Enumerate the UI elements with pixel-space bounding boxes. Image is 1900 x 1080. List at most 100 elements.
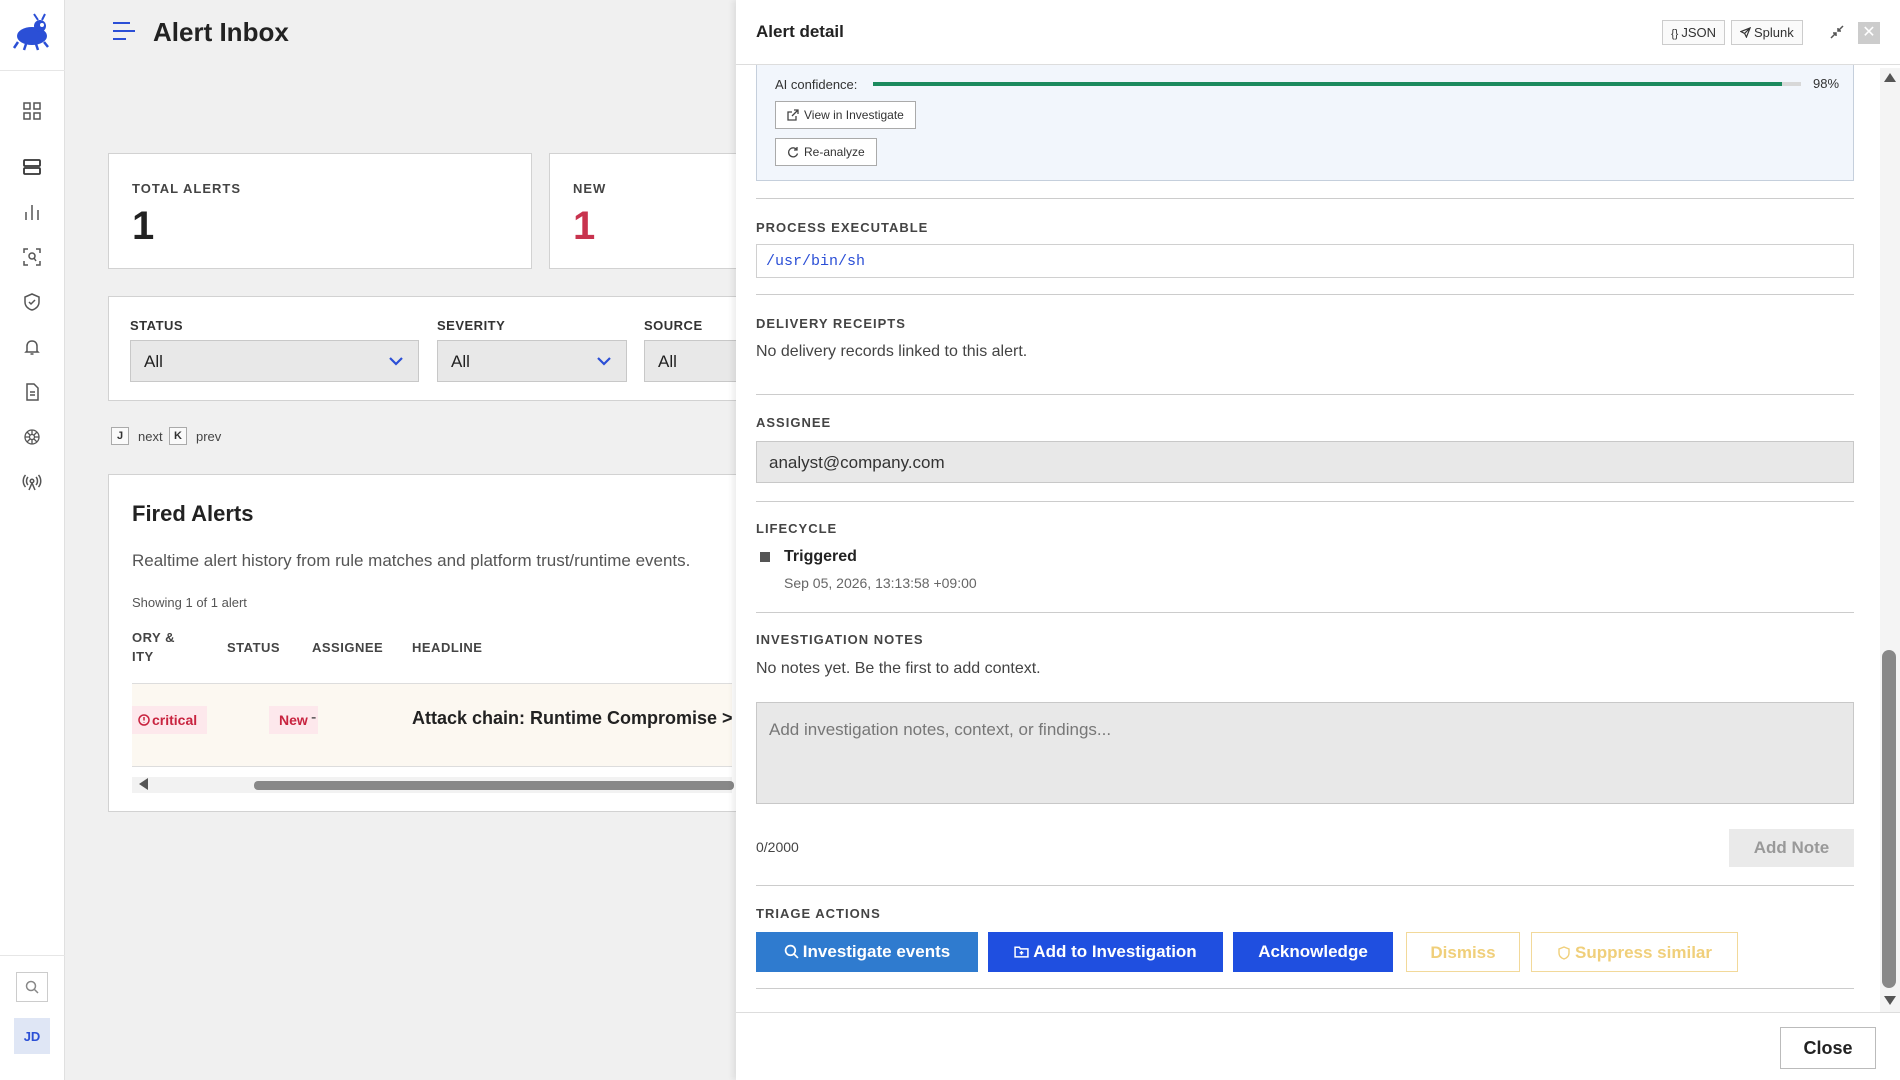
source-filter-label: SOURCE [644, 318, 703, 333]
section-divider [756, 294, 1854, 295]
splunk-button-label: Splunk [1754, 25, 1794, 40]
refresh-icon [788, 147, 799, 158]
severity-filter-label: SEVERITY [437, 318, 506, 333]
section-divider [756, 988, 1854, 989]
splunk-button[interactable]: Splunk [1731, 20, 1803, 45]
prev-shortcut-label: prev [196, 429, 222, 444]
assignee-field[interactable]: analyst@company.com [756, 441, 1854, 483]
status-filter-select[interactable]: All [130, 340, 419, 382]
chevron-down-icon [389, 357, 403, 366]
search-icon [784, 944, 799, 959]
total-alerts-label: TOTAL ALERTS [132, 181, 242, 196]
acknowledge-button[interactable]: Acknowledge [1233, 932, 1393, 972]
scroll-up-icon[interactable] [1884, 73, 1896, 82]
new-alerts-label: NEW [573, 181, 607, 196]
section-divider [756, 394, 1854, 395]
investigate-events-label: Investigate events [802, 942, 951, 961]
servers-icon[interactable] [22, 157, 42, 177]
lifecycle-timestamp: Sep 05, 2026, 13:13:58 +09:00 [784, 575, 977, 591]
close-button[interactable]: Close [1780, 1027, 1876, 1069]
horizontal-scroll-thumb[interactable] [254, 781, 734, 790]
send-icon [1739, 26, 1752, 39]
notes-empty-text: No notes yet. Be the first to add contex… [756, 660, 1041, 677]
section-divider [756, 501, 1854, 502]
dismiss-button[interactable]: Dismiss [1406, 932, 1520, 972]
ai-confidence-fill [873, 82, 1783, 86]
column-header-category-line2: ITY [132, 649, 154, 664]
assignee-cell: - [311, 709, 317, 726]
section-divider [756, 612, 1854, 613]
headline-cell[interactable]: Attack chain: Runtime Compromise > D [412, 708, 751, 729]
delivery-receipts-label: DELIVERY RECEIPTS [756, 316, 906, 331]
json-button-label: JSON [1681, 25, 1717, 40]
severity-filter-select[interactable]: All [437, 340, 627, 382]
next-shortcut-key: J [111, 427, 129, 445]
chevron-down-icon [597, 357, 611, 366]
page-title: Alert Inbox [153, 17, 289, 47]
drawer-title: Alert detail [756, 22, 844, 41]
minimize-icon[interactable] [1827, 22, 1847, 42]
suppress-similar-label: Suppress similar [1574, 943, 1712, 962]
add-to-investigation-button[interactable]: Add to Investigation [988, 932, 1223, 972]
character-count: 0/2000 [756, 839, 799, 855]
ai-confidence-label: AI confidence: [775, 77, 858, 92]
lifecycle-event: Triggered [784, 548, 857, 565]
dashboard-icon[interactable] [22, 101, 42, 121]
drawer-header: Alert detail {} JSON Splunk ✕ [736, 0, 1900, 65]
ai-confidence-value: 98% [1813, 76, 1840, 91]
delivery-receipts-text: No delivery records linked to this alert… [756, 343, 1028, 360]
column-header-assignee[interactable]: ASSIGNEE [312, 640, 383, 655]
chart-icon[interactable] [22, 202, 42, 222]
filter-panel: STATUS All SEVERITY All SOURCE All [108, 296, 794, 401]
fired-alerts-title: Fired Alerts [132, 501, 254, 526]
close-icon[interactable]: ✕ [1858, 22, 1880, 44]
scroll-down-icon[interactable] [1884, 996, 1896, 1005]
triage-actions-label: TRIAGE ACTIONS [756, 906, 881, 921]
reanalyze-label: Re-analyze [804, 145, 865, 159]
column-header-status[interactable]: STATUS [227, 640, 280, 655]
drawer-footer: Close [736, 1012, 1900, 1080]
vertical-scroll-thumb[interactable] [1882, 650, 1896, 988]
investigate-events-button[interactable]: Investigate events [756, 932, 978, 972]
severity-badge-label: critical [152, 712, 198, 728]
sidebar-divider [0, 955, 65, 956]
document-icon[interactable] [22, 382, 42, 402]
json-button[interactable]: {} JSON [1662, 20, 1726, 45]
main-content: Alert Inbox TOTAL ALERTS 1 NEW 1 STATUS … [66, 0, 794, 1080]
alert-detail-drawer: Alert detail {} JSON Splunk ✕ AI confiden… [736, 0, 1900, 1080]
section-divider [756, 885, 1854, 886]
view-in-investigate-button[interactable]: View in Investigate [775, 101, 916, 129]
menu-icon[interactable] [112, 20, 136, 42]
total-alerts-value: 1 [132, 204, 155, 248]
source-filter-value: All [658, 352, 677, 371]
add-note-button[interactable]: Add Note [1729, 829, 1854, 867]
severity-badge: critical [132, 706, 208, 734]
braces-icon: {} [1671, 28, 1679, 40]
status-filter-label: STATUS [130, 318, 184, 333]
assignee-label: ASSIGNEE [756, 415, 832, 430]
view-in-investigate-label: View in Investigate [804, 108, 904, 122]
bell-icon[interactable] [22, 337, 42, 357]
scroll-left-icon[interactable] [139, 778, 148, 790]
notes-textarea[interactable]: Add investigation notes, context, or fin… [756, 702, 1854, 804]
fired-alerts-description: Realtime alert history from rule matches… [132, 551, 691, 570]
sidebar-search-button[interactable] [16, 972, 48, 1002]
add-to-investigation-label: Add to Investigation [1033, 942, 1197, 961]
investigation-notes-label: INVESTIGATION NOTES [756, 632, 924, 647]
severity-filter-value: All [451, 352, 470, 371]
process-executable-value: /usr/bin/sh [756, 244, 1854, 278]
broadcast-icon[interactable] [22, 472, 42, 492]
fired-alerts-panel: Fired Alerts Realtime alert history from… [108, 474, 788, 812]
scan-icon[interactable] [22, 247, 42, 267]
folder-plus-icon [1014, 946, 1029, 958]
avatar[interactable]: JD [14, 1018, 50, 1054]
process-executable-label: PROCESS EXECUTABLE [756, 220, 929, 235]
column-header-category[interactable]: ORY & [132, 630, 175, 645]
suppress-similar-button[interactable]: Suppress similar [1531, 932, 1738, 972]
gear-network-icon[interactable] [22, 427, 42, 447]
reanalyze-button[interactable]: Re-analyze [775, 138, 877, 166]
shield-icon[interactable] [22, 292, 42, 312]
sidebar-divider [0, 70, 65, 71]
column-header-headline[interactable]: HEADLINE [412, 640, 482, 655]
logo-icon[interactable] [12, 12, 52, 52]
